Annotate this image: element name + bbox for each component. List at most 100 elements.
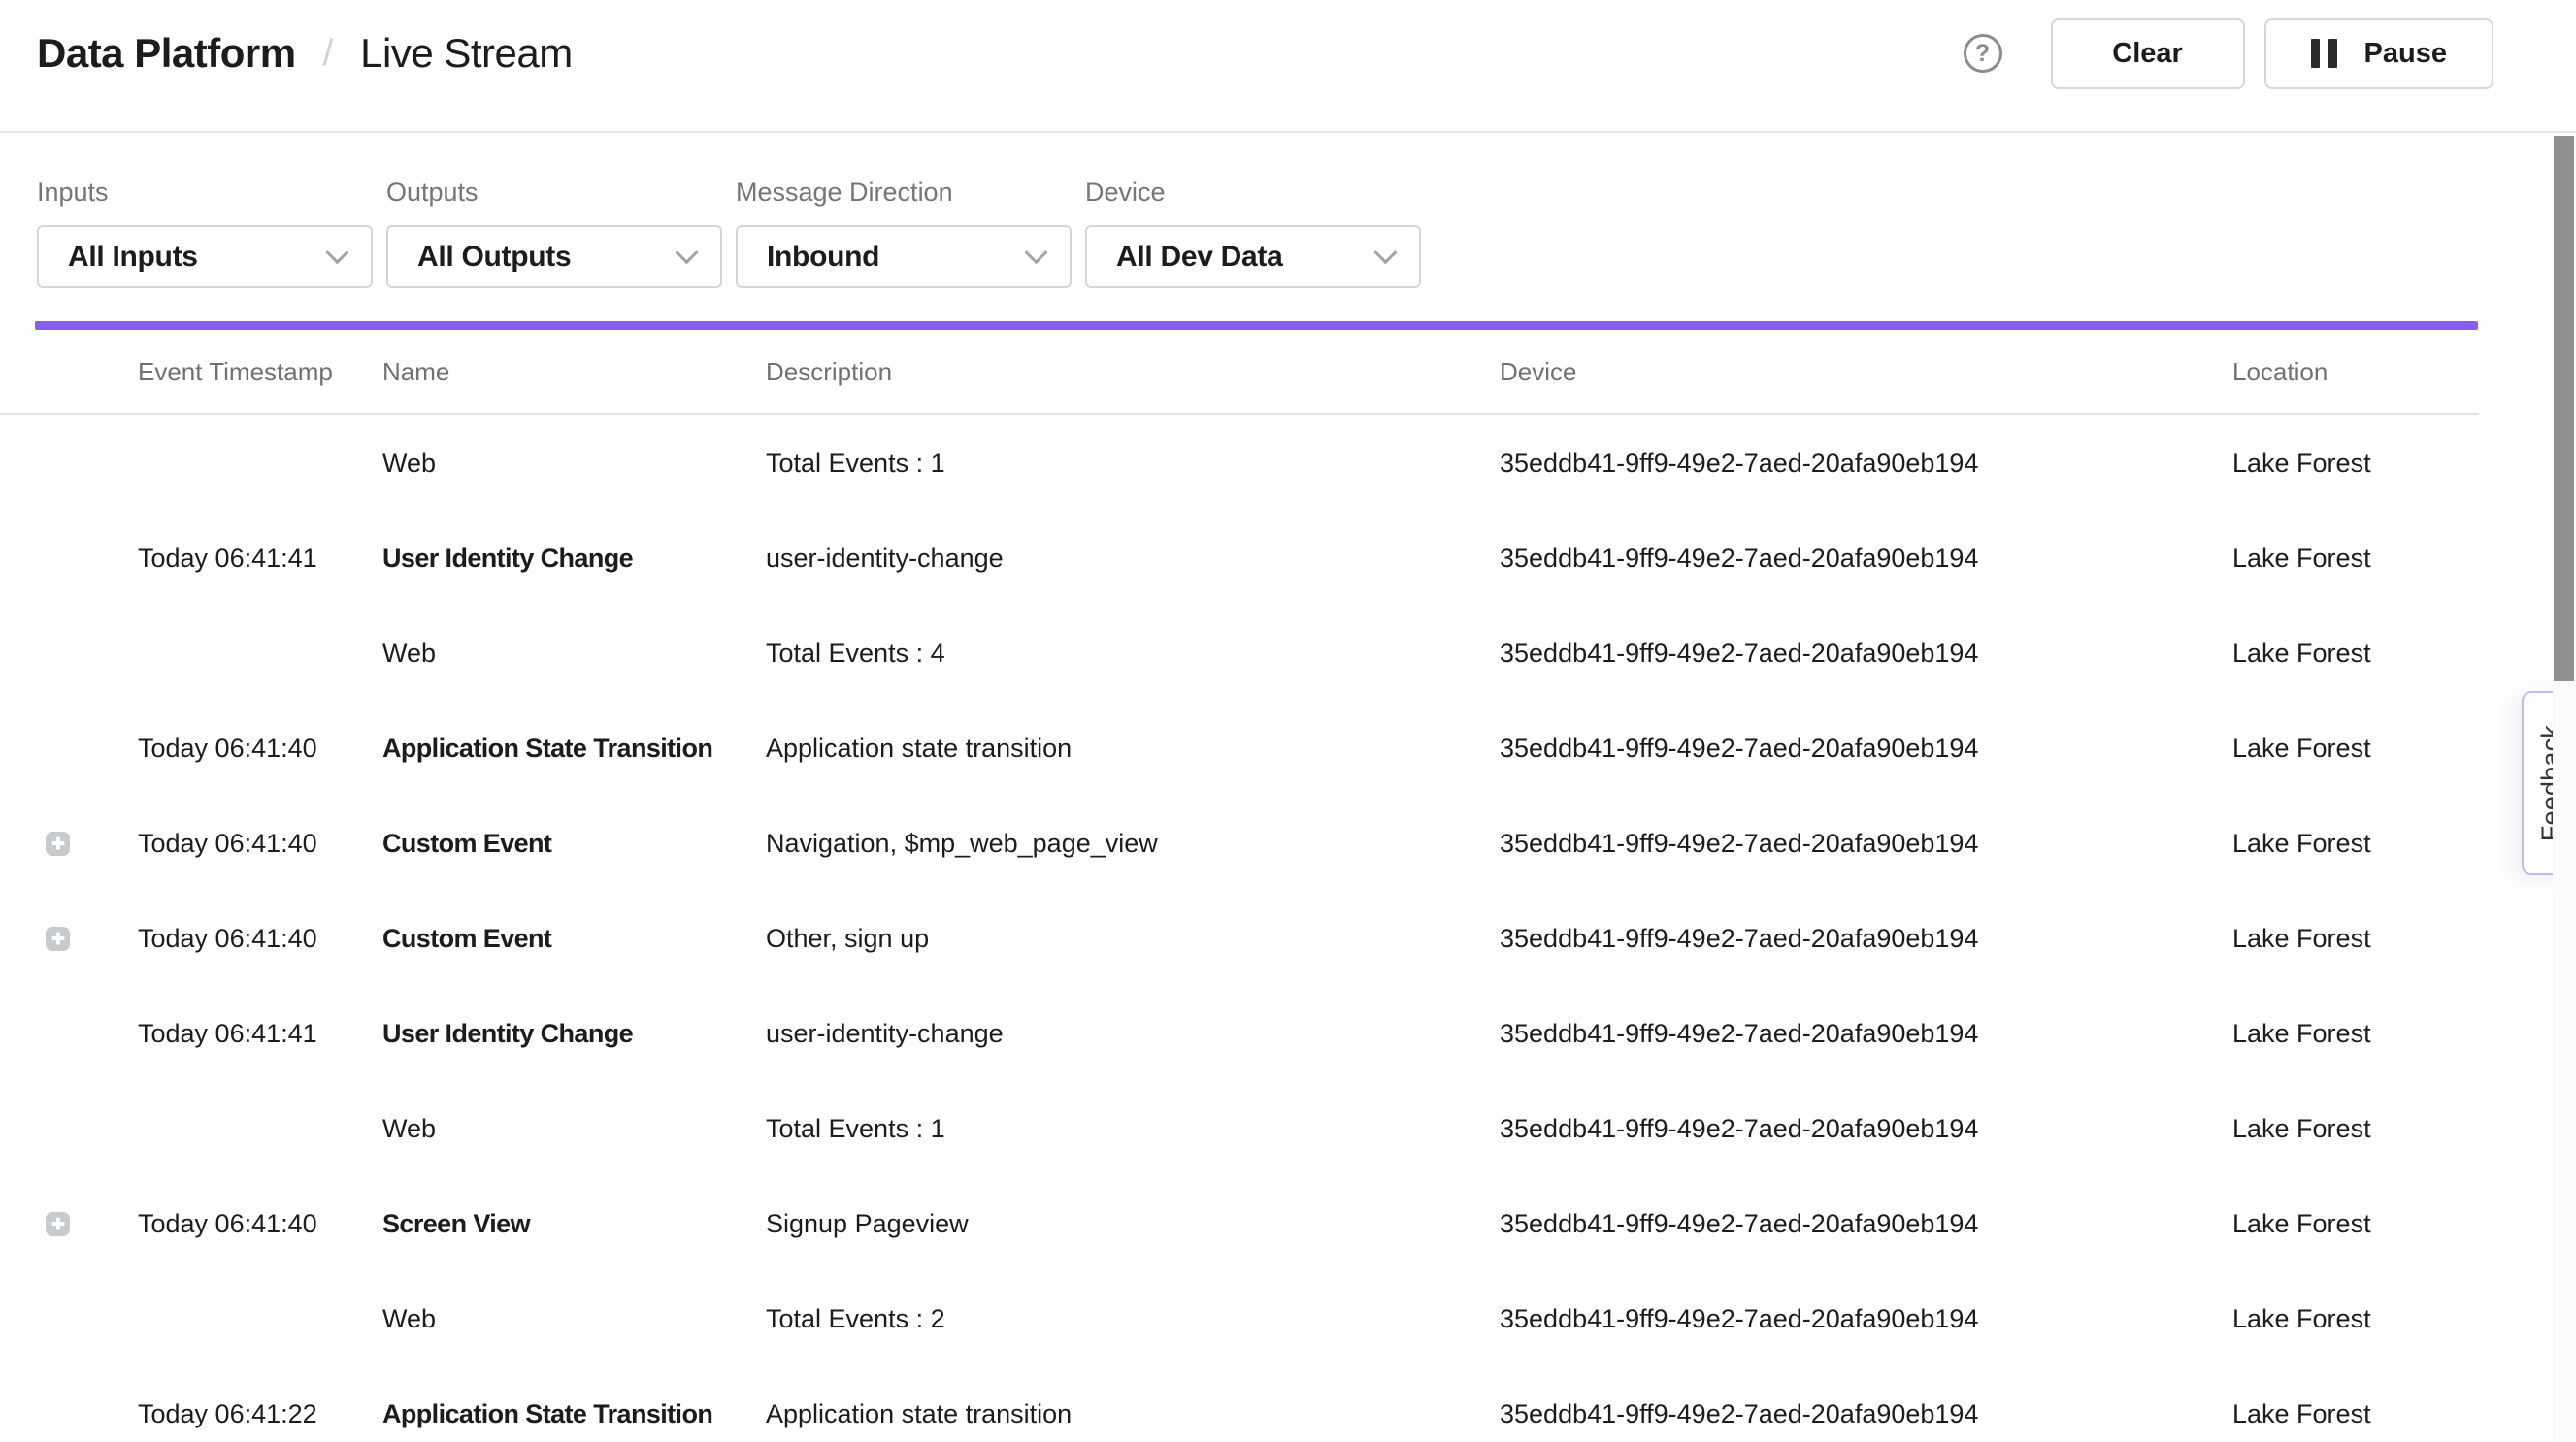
filter-message-direction: Message Direction Inbound bbox=[736, 178, 1072, 288]
app-header: Data Platform / Live Stream ? Clear Paus… bbox=[0, 0, 2576, 133]
device-cell: 35eddb41-9ff9-49e2-7aed-20afa90eb194 bbox=[1500, 829, 2232, 859]
table-body: Web Total Events : 1 35eddb41-9ff9-49e2-… bbox=[0, 415, 2479, 1442]
name-cell: Custom Event bbox=[382, 924, 766, 954]
stream-indicator-bar bbox=[35, 321, 2478, 330]
chevron-down-icon bbox=[1373, 241, 1397, 264]
device-cell: 35eddb41-9ff9-49e2-7aed-20afa90eb194 bbox=[1500, 639, 2232, 669]
table-row[interactable]: Today 06:41:40 Application State Transit… bbox=[0, 701, 2479, 796]
device-cell: 35eddb41-9ff9-49e2-7aed-20afa90eb194 bbox=[1500, 1399, 2232, 1429]
description-cell: Navigation, $mp_web_page_view bbox=[766, 829, 1500, 859]
table-row[interactable]: Web Total Events : 1 35eddb41-9ff9-49e2-… bbox=[0, 1081, 2479, 1176]
filter-outputs: Outputs All Outputs bbox=[386, 178, 722, 288]
location-cell: Lake Forest bbox=[2232, 1114, 2479, 1144]
location-cell: Lake Forest bbox=[2232, 639, 2479, 669]
location-column-header: Location bbox=[2232, 357, 2479, 387]
expand-cell bbox=[0, 1022, 138, 1046]
description-cell: Total Events : 2 bbox=[766, 1304, 1500, 1334]
table-row[interactable]: Web Total Events : 2 35eddb41-9ff9-49e2-… bbox=[0, 1271, 2479, 1366]
location-cell: Lake Forest bbox=[2232, 1209, 2479, 1239]
filter-label: Device bbox=[1085, 178, 1421, 208]
timestamp-cell: Today 06:41:40 bbox=[138, 924, 382, 954]
device-dropdown-value: All Dev Data bbox=[1116, 241, 1282, 274]
filter-label: Outputs bbox=[386, 178, 722, 208]
device-cell: 35eddb41-9ff9-49e2-7aed-20afa90eb194 bbox=[1500, 1304, 2232, 1334]
table-row[interactable]: Today 06:41:40 Custom Event Navigation, … bbox=[0, 796, 2479, 891]
breadcrumb-root-link[interactable]: Data Platform bbox=[37, 30, 296, 77]
name-cell: Application State Transition bbox=[382, 734, 766, 764]
chevron-down-icon bbox=[1024, 241, 1047, 264]
header-actions: ? Clear Pause bbox=[1964, 18, 2493, 89]
name-cell: Web bbox=[382, 1304, 766, 1334]
device-cell: 35eddb41-9ff9-49e2-7aed-20afa90eb194 bbox=[1500, 543, 2232, 574]
description-cell: Total Events : 4 bbox=[766, 639, 1500, 669]
help-glyph: ? bbox=[1975, 40, 1990, 68]
device-dropdown[interactable]: All Dev Data bbox=[1085, 225, 1421, 288]
chevron-down-icon bbox=[675, 241, 698, 264]
timestamp-cell: Today 06:41:41 bbox=[138, 543, 382, 574]
name-cell: Web bbox=[382, 448, 766, 478]
expand-cell bbox=[0, 641, 138, 666]
expand-cell bbox=[0, 451, 138, 475]
table-row[interactable]: Web Total Events : 4 35eddb41-9ff9-49e2-… bbox=[0, 606, 2479, 701]
inputs-dropdown-value: All Inputs bbox=[68, 241, 198, 274]
filter-inputs: Inputs All Inputs bbox=[37, 178, 373, 288]
table-row[interactable]: Today 06:41:41 User Identity Change user… bbox=[0, 510, 2479, 606]
device-cell: 35eddb41-9ff9-49e2-7aed-20afa90eb194 bbox=[1500, 1019, 2232, 1049]
filter-label: Inputs bbox=[37, 178, 373, 208]
breadcrumb-separator: / bbox=[323, 33, 334, 75]
location-cell: Lake Forest bbox=[2232, 448, 2479, 478]
expand-cell bbox=[0, 1307, 138, 1331]
device-cell: 35eddb41-9ff9-49e2-7aed-20afa90eb194 bbox=[1500, 924, 2232, 954]
scrollbar-thumb[interactable] bbox=[2554, 136, 2574, 681]
pause-button-label: Pause bbox=[2364, 38, 2447, 70]
location-cell: Lake Forest bbox=[2232, 1019, 2479, 1049]
message-direction-dropdown[interactable]: Inbound bbox=[736, 225, 1072, 288]
clear-button-label: Clear bbox=[2112, 38, 2183, 70]
device-cell: 35eddb41-9ff9-49e2-7aed-20afa90eb194 bbox=[1500, 734, 2232, 764]
expand-button[interactable] bbox=[46, 1212, 70, 1236]
events-table: Event Timestamp Name Description Device … bbox=[0, 330, 2479, 1442]
filter-device: Device All Dev Data bbox=[1085, 178, 1421, 288]
name-cell: Screen View bbox=[382, 1209, 766, 1239]
table-row[interactable]: Today 06:41:40 Screen View Signup Pagevi… bbox=[0, 1176, 2479, 1271]
description-cell: Application state transition bbox=[766, 1399, 1500, 1429]
table-row[interactable]: Today 06:41:22 Application State Transit… bbox=[0, 1366, 2479, 1442]
filter-bar: Inputs All Inputs Outputs All Outputs Me… bbox=[37, 178, 1421, 288]
page-title: Live Stream bbox=[360, 30, 573, 77]
expand-button[interactable] bbox=[46, 927, 70, 951]
description-cell: Application state transition bbox=[766, 734, 1500, 764]
inputs-dropdown[interactable]: All Inputs bbox=[37, 225, 373, 288]
description-column-header: Description bbox=[766, 357, 1500, 387]
timestamp-cell: Today 06:41:41 bbox=[138, 1019, 382, 1049]
name-cell: Custom Event bbox=[382, 829, 766, 859]
table-row[interactable]: Today 06:41:41 User Identity Change user… bbox=[0, 986, 2479, 1081]
message-direction-dropdown-value: Inbound bbox=[767, 241, 879, 274]
clear-button[interactable]: Clear bbox=[2051, 18, 2245, 89]
location-cell: Lake Forest bbox=[2232, 1304, 2479, 1334]
device-cell: 35eddb41-9ff9-49e2-7aed-20afa90eb194 bbox=[1500, 1209, 2232, 1239]
help-icon[interactable]: ? bbox=[1964, 34, 2002, 73]
outputs-dropdown[interactable]: All Outputs bbox=[386, 225, 722, 288]
description-cell: user-identity-change bbox=[766, 543, 1500, 574]
location-cell: Lake Forest bbox=[2232, 924, 2479, 954]
scrollbar bbox=[2553, 135, 2576, 1442]
expand-button[interactable] bbox=[46, 832, 70, 856]
description-cell: Signup Pageview bbox=[766, 1209, 1500, 1239]
table-header-row: Event Timestamp Name Description Device … bbox=[0, 330, 2479, 415]
expand-cell bbox=[0, 1212, 138, 1236]
breadcrumb: Data Platform / Live Stream bbox=[37, 30, 573, 77]
filter-label: Message Direction bbox=[736, 178, 1072, 208]
description-cell: user-identity-change bbox=[766, 1019, 1500, 1049]
name-cell: User Identity Change bbox=[382, 543, 766, 574]
name-cell: Web bbox=[382, 1114, 766, 1144]
pause-button[interactable]: Pause bbox=[2264, 18, 2493, 89]
event-timestamp-column-header: Event Timestamp bbox=[138, 357, 382, 387]
device-cell: 35eddb41-9ff9-49e2-7aed-20afa90eb194 bbox=[1500, 1114, 2232, 1144]
location-cell: Lake Forest bbox=[2232, 734, 2479, 764]
table-row[interactable]: Today 06:41:40 Custom Event Other, sign … bbox=[0, 891, 2479, 986]
table-row[interactable]: Web Total Events : 1 35eddb41-9ff9-49e2-… bbox=[0, 415, 2479, 510]
device-cell: 35eddb41-9ff9-49e2-7aed-20afa90eb194 bbox=[1500, 448, 2232, 478]
timestamp-cell: Today 06:41:40 bbox=[138, 734, 382, 764]
description-cell: Other, sign up bbox=[766, 924, 1500, 954]
name-column-header: Name bbox=[382, 357, 766, 387]
